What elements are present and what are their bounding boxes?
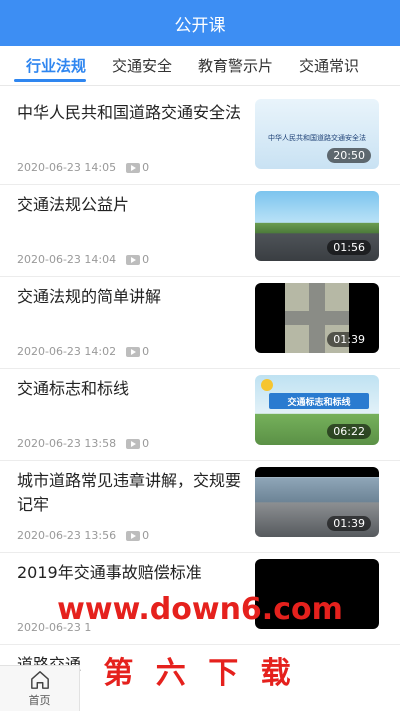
list-item[interactable]: 中华人民共和国道路交通安全法 2020-06-23 14:05 0 中华人民共和… — [0, 93, 400, 185]
video-count-icon — [126, 162, 141, 173]
nav-label: 首页 — [28, 693, 51, 707]
video-meta: 2020-06-23 14:05 0 — [17, 161, 149, 174]
bottom-nav-home[interactable]: 首页 — [0, 665, 80, 711]
video-date: 2020-06-23 14:05 — [17, 161, 117, 174]
list-item[interactable]: 交通法规公益片 2020-06-23 14:04 0 01:56 — [0, 185, 400, 277]
thumbnail-caption: 交通标志和标线 — [269, 393, 369, 409]
view-count: 0 — [142, 253, 150, 266]
video-duration: 06:22 — [327, 424, 371, 439]
video-thumbnail[interactable]: 01:56 — [255, 191, 379, 261]
list-item[interactable]: 城市道路常见违章讲解，交规要记牢 2020-06-23 13:56 0 01:3… — [0, 461, 400, 553]
video-title: 中华人民共和国道路交通安全法 — [17, 103, 242, 122]
video-duration: 01:56 — [327, 240, 371, 255]
tab-education-warning-films[interactable]: 教育警示片 — [186, 46, 287, 85]
video-date: 2020-06-23 13:58 — [17, 437, 117, 450]
video-meta: 2020-06-23 14:02 0 — [17, 345, 149, 358]
view-count: 0 — [142, 345, 150, 358]
video-title: 城市道路常见违章讲解，交规要记牢 — [17, 471, 242, 514]
video-thumbnail[interactable]: 01:39 — [255, 467, 379, 537]
tab-traffic-safety[interactable]: 交通安全 — [100, 46, 186, 85]
video-title: 交通法规的简单讲解 — [17, 287, 162, 306]
video-count-icon — [126, 438, 141, 449]
category-tabs: 行业法规 交通安全 教育警示片 交通常识 — [0, 46, 400, 86]
view-count: 0 — [142, 529, 150, 542]
video-meta: 2020-06-23 13:56 0 — [17, 529, 149, 542]
tab-industry-regulations[interactable]: 行业法规 — [0, 46, 100, 85]
video-thumbnail[interactable]: 中华人民共和国道路交通安全法 20:50 — [255, 99, 379, 169]
view-count: 0 — [142, 161, 150, 174]
tab-traffic-knowledge[interactable]: 交通常识 — [287, 46, 373, 85]
video-date: 2020-06-23 14:02 — [17, 345, 117, 358]
video-title: 2019年交通事故赔偿标准 — [17, 563, 202, 582]
sun-icon — [261, 379, 273, 391]
list-item[interactable]: 交通法规的简单讲解 2020-06-23 14:02 0 01:39 — [0, 277, 400, 369]
home-icon — [30, 670, 49, 689]
video-title: 交通标志和标线 — [17, 379, 130, 398]
watermark-url: www.down6.com — [57, 592, 343, 627]
video-thumbnail[interactable]: 交通标志和标线 06:22 — [255, 375, 379, 445]
video-meta: 2020-06-23 13:58 0 — [17, 437, 149, 450]
video-title: 交通法规公益片 — [17, 195, 130, 214]
video-duration: 01:39 — [327, 516, 371, 531]
video-meta: 2020-06-23 14:04 0 — [17, 253, 149, 266]
video-date: 2020-06-23 13:56 — [17, 529, 117, 542]
video-count-icon — [126, 254, 141, 265]
thumbnail-caption: 中华人民共和国道路交通安全法 — [268, 134, 366, 142]
video-duration: 01:39 — [327, 332, 371, 347]
video-thumbnail[interactable]: 01:39 — [255, 283, 379, 353]
video-count-icon — [126, 530, 141, 541]
video-count-icon — [126, 346, 141, 357]
page-title: 公开课 — [174, 15, 226, 36]
video-duration: 20:50 — [327, 148, 371, 163]
view-count: 0 — [142, 437, 150, 450]
video-date: 2020-06-23 14:04 — [17, 253, 117, 266]
app-header: 公开课 — [0, 0, 400, 46]
list-item[interactable]: 交通标志和标线 2020-06-23 13:58 0 交通标志和标线 06:22 — [0, 369, 400, 461]
